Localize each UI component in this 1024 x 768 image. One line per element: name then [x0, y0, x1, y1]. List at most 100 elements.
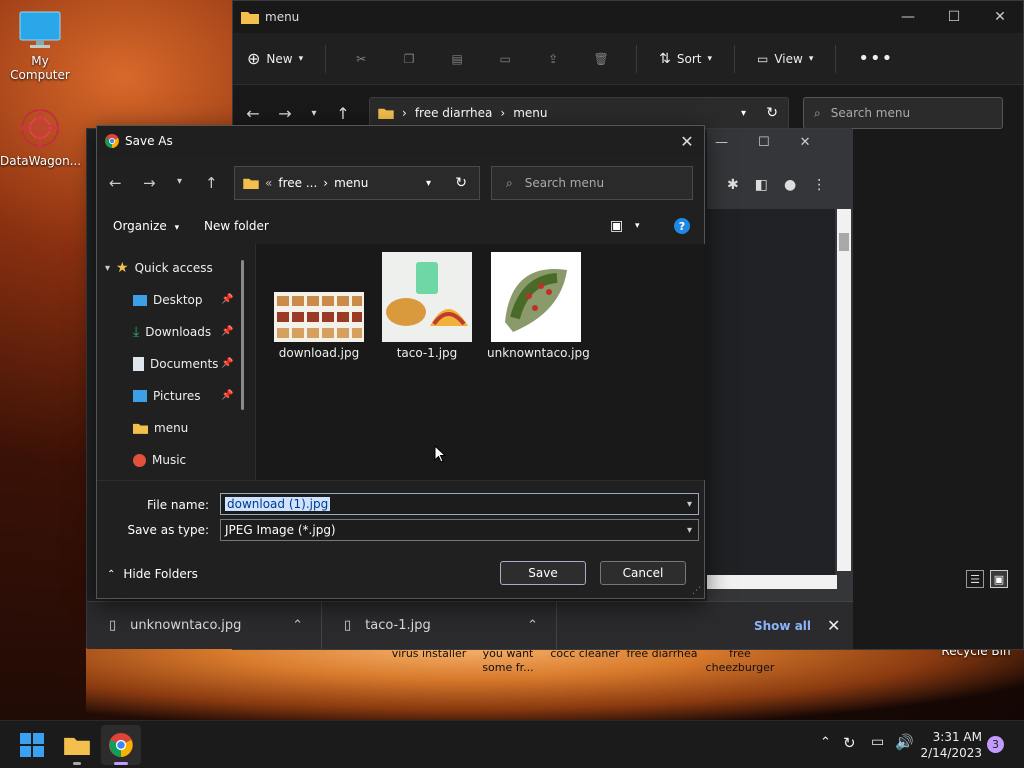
taskbar-chrome[interactable] — [101, 725, 141, 765]
back-arrow-icon[interactable]: ← — [109, 174, 122, 192]
pin-icon[interactable]: 📌 — [221, 294, 233, 305]
organize-button[interactable]: Organize ▾ — [113, 219, 179, 233]
notification-badge[interactable]: 3 — [987, 736, 1004, 753]
desktop-icon-datawagon[interactable]: DataWagon... — [0, 106, 81, 168]
explorer-search-input[interactable]: ⌕ Search menu — [803, 97, 1003, 129]
chevron-down-icon[interactable]: ▾ — [426, 178, 431, 189]
breadcrumb-item[interactable]: free diarrhea — [415, 106, 493, 120]
breadcrumb-item[interactable]: menu — [334, 176, 368, 190]
chevron-up-icon[interactable]: ⌃ — [527, 618, 538, 633]
file-item[interactable]: unknowntaco.jpg — [487, 252, 590, 360]
toolbar-divider — [636, 44, 638, 73]
rename-icon[interactable]: ▭ — [492, 52, 518, 66]
chrome-window-controls: — ☐ ✕ — [715, 129, 811, 155]
explorer-window-controls: — ☐ ✕ — [885, 1, 1023, 33]
close-icon[interactable]: ✕ — [800, 135, 811, 150]
view-options-icon[interactable]: ▣ — [610, 218, 623, 234]
pin-icon[interactable]: 📌 — [221, 358, 233, 369]
navigation-scrollbar[interactable] — [241, 260, 244, 410]
chevron-up-icon[interactable]: ⌃ — [820, 735, 831, 750]
save-type-select[interactable]: JPEG Image (*.jpg) ▾ — [220, 519, 699, 541]
dialog-address-bar[interactable]: « free ... › menu ▾ ↻ — [234, 166, 480, 200]
chevron-down-icon[interactable]: ▾ — [635, 221, 640, 231]
desktop-label[interactable]: free cheezburger — [700, 647, 780, 675]
help-icon[interactable]: ? — [674, 218, 690, 234]
dialog-search-input[interactable]: ⌕ Search menu — [491, 166, 693, 200]
pin-icon[interactable]: 📌 — [221, 390, 233, 401]
refresh-icon[interactable]: ↻ — [455, 175, 467, 191]
extensions-icon[interactable]: ✱ — [727, 177, 739, 193]
copy-icon[interactable]: ❐ — [396, 52, 422, 66]
tree-item-desktop[interactable]: Desktop — [133, 286, 203, 314]
start-button[interactable] — [12, 725, 52, 765]
file-name-input[interactable]: download (1).jpg ▾ — [220, 493, 699, 515]
hide-folders-button[interactable]: ⌃ Hide Folders — [107, 567, 198, 581]
resize-grip-icon[interactable]: ⋰ — [692, 586, 701, 596]
document-icon — [133, 357, 144, 371]
show-all-link[interactable]: Show all — [754, 619, 811, 633]
more-options-button[interactable]: ••• — [858, 48, 893, 69]
sort-button[interactable]: ⇅ Sort ▾ — [659, 51, 712, 67]
thumbnail-view-icon[interactable]: ▣ — [990, 570, 1008, 588]
maximize-icon[interactable]: ☐ — [758, 135, 770, 150]
recent-chevron-icon[interactable]: ▾ — [177, 176, 182, 187]
paste-icon[interactable]: ▤ — [444, 52, 470, 66]
breadcrumb-item[interactable]: free ... — [278, 176, 317, 190]
search-icon: ⌕ — [506, 175, 513, 190]
view-button[interactable]: ▭ View ▾ — [757, 52, 813, 66]
close-icon[interactable]: ✕ — [827, 616, 840, 635]
tree-item-downloads[interactable]: ⤓ Downloads — [133, 318, 211, 346]
cut-icon[interactable]: ✂ — [348, 52, 374, 66]
download-item[interactable]: ▯ unknowntaco.jpg ⌃ — [87, 601, 322, 650]
chevron-down-icon[interactable]: ▾ — [687, 525, 692, 536]
forward-arrow-icon[interactable]: → — [143, 174, 156, 192]
share-icon[interactable]: ⇪ — [540, 52, 566, 66]
menu-kebab-icon[interactable]: ⋮ — [812, 177, 826, 193]
tree-item-music[interactable]: Music — [133, 446, 186, 474]
overflow-chevron[interactable]: « — [265, 176, 272, 190]
close-icon[interactable]: ✕ — [670, 126, 704, 156]
chrome-horizontal-scrollbar[interactable] — [707, 575, 837, 589]
pin-icon[interactable]: 📌 — [221, 326, 233, 337]
new-button[interactable]: ⊕ New ▾ — [247, 49, 303, 68]
tree-item-pictures[interactable]: Pictures — [133, 382, 201, 410]
tree-item-documents[interactable]: Documents — [133, 350, 218, 378]
delete-icon[interactable]: 🗑 — [588, 52, 614, 66]
tree-item-menu[interactable]: menu — [133, 414, 188, 442]
file-item[interactable]: taco-1.jpg — [378, 252, 476, 360]
desktop-label[interactable]: you want some fr... — [468, 647, 548, 675]
minimize-icon[interactable]: — — [885, 1, 931, 33]
up-arrow-icon[interactable]: ↑ — [205, 174, 218, 192]
chrome-scrollbar[interactable] — [837, 209, 851, 571]
maximize-icon[interactable]: ☐ — [931, 1, 977, 33]
side-panel-icon[interactable]: ◧ — [755, 177, 768, 193]
close-icon[interactable]: ✕ — [977, 1, 1023, 33]
back-arrow-icon[interactable]: ← — [237, 104, 269, 123]
save-button[interactable]: Save — [500, 561, 586, 585]
download-item[interactable]: ▯ taco-1.jpg ⌃ — [322, 601, 557, 650]
volume-icon[interactable]: 🔊 — [895, 733, 914, 751]
breadcrumb-item[interactable]: menu — [513, 106, 547, 120]
tree-item-quick-access[interactable]: ▾ ★ Quick access — [105, 254, 213, 282]
up-arrow-icon[interactable]: ↑ — [327, 104, 359, 123]
clock[interactable]: 3:31 AM 2/14/2023 — [920, 729, 982, 761]
explorer-title: menu — [265, 10, 300, 24]
new-folder-button[interactable]: New folder — [204, 219, 269, 233]
desktop-icon-my-computer[interactable]: My Computer — [0, 10, 80, 82]
minimize-icon[interactable]: — — [715, 135, 728, 150]
chevron-down-icon[interactable]: ▾ — [741, 108, 746, 119]
chevron-down-icon[interactable]: ▾ — [687, 499, 692, 510]
chevron-up-icon[interactable]: ⌃ — [292, 618, 303, 633]
sync-icon[interactable]: ↻ — [843, 734, 856, 752]
details-view-icon[interactable]: ☰ — [966, 570, 984, 588]
file-item[interactable]: download.jpg — [270, 252, 368, 360]
file-name: download.jpg — [278, 346, 360, 360]
save-type-label: Save as type: — [127, 523, 209, 537]
forward-arrow-icon[interactable]: → — [269, 104, 301, 123]
refresh-icon[interactable]: ↻ — [766, 105, 778, 121]
recent-chevron-icon[interactable]: ▾ — [301, 108, 327, 119]
network-icon[interactable]: ▭ — [871, 734, 884, 750]
profile-icon[interactable]: ● — [784, 177, 796, 193]
taskbar-file-explorer[interactable] — [57, 725, 97, 765]
cancel-button[interactable]: Cancel — [600, 561, 686, 585]
